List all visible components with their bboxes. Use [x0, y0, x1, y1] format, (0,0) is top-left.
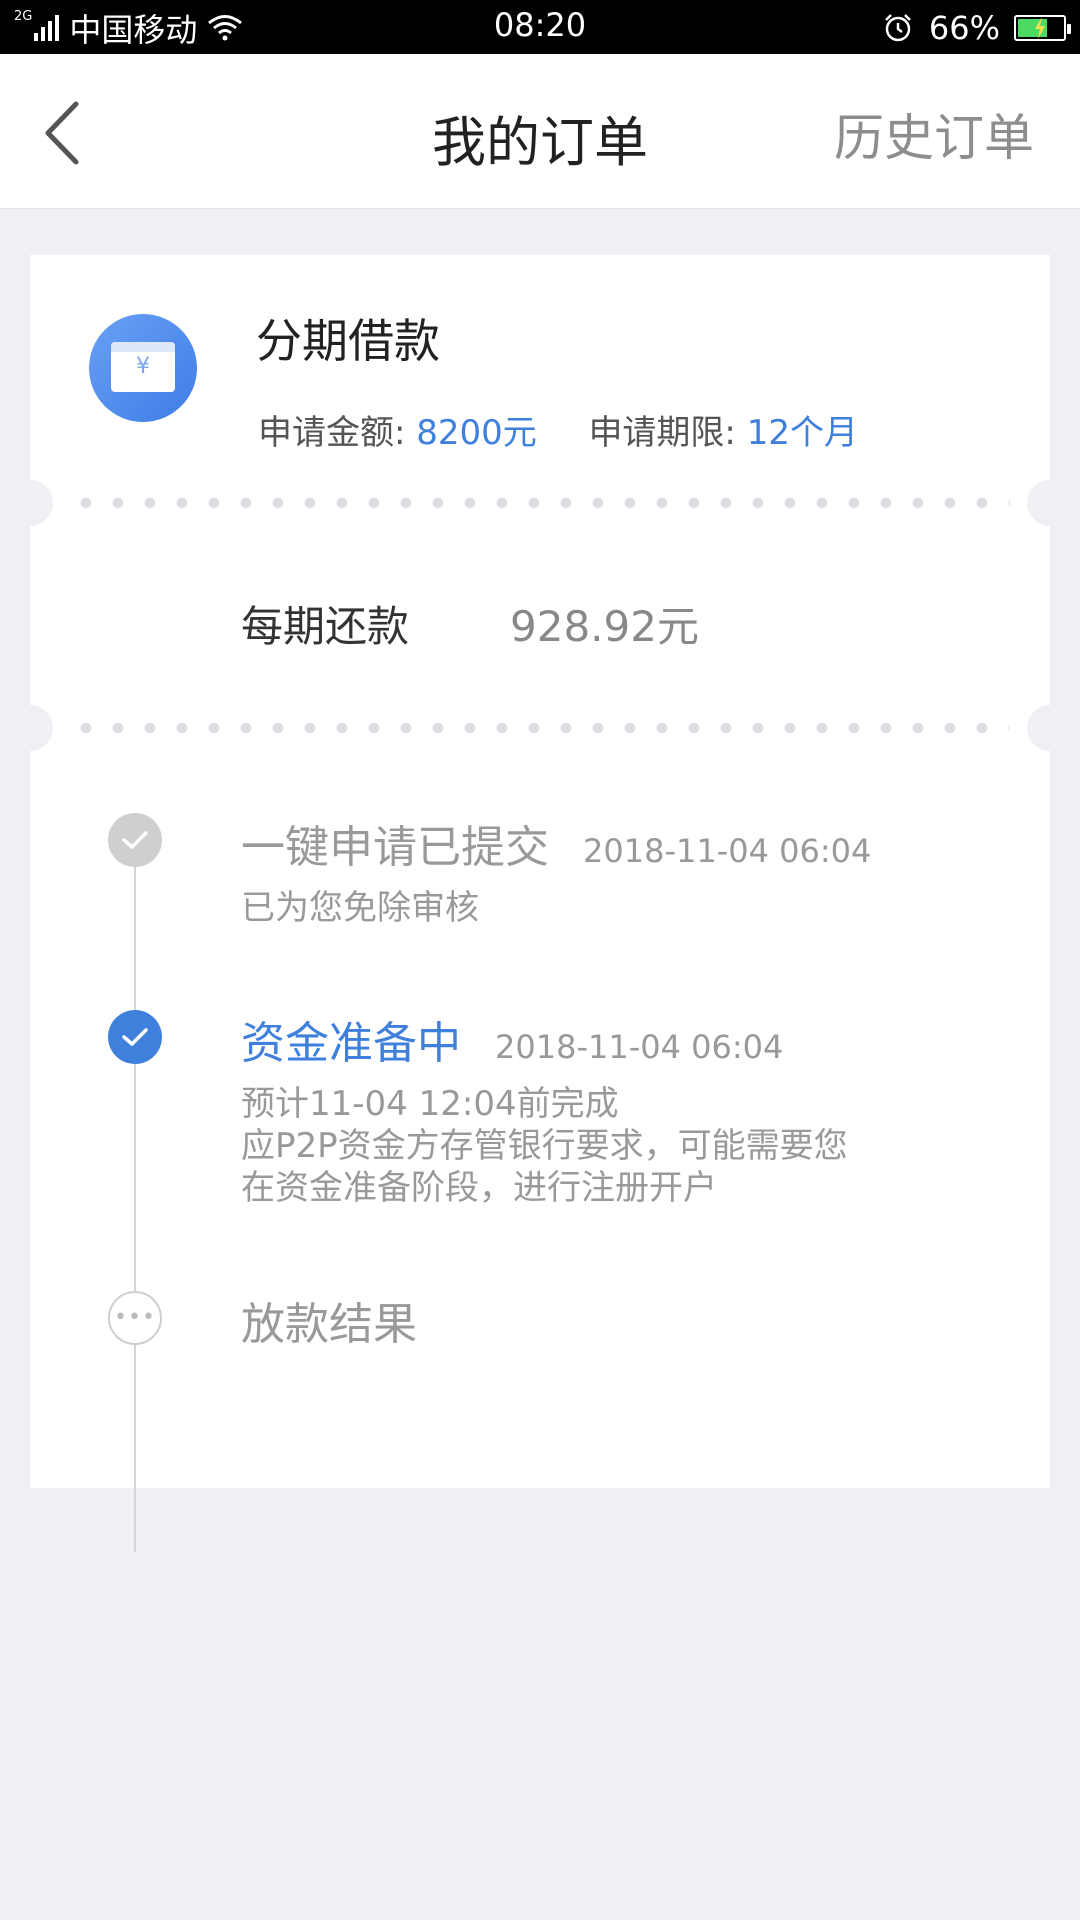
ellipsis-icon: •••	[108, 1291, 162, 1345]
step-title-text: 一键申请已提交	[241, 822, 549, 873]
perforation-divider	[7, 480, 1073, 526]
step-funding-desc: 预计11-04 12:04前完成 应P2P资金方存管银行要求，可能需要您 在资金…	[241, 1083, 848, 1209]
term-value: 12个月	[746, 413, 858, 453]
yen-symbol: ¥	[136, 354, 150, 379]
step-time: 2018-11-04 06:04	[495, 1028, 784, 1066]
amount-value: 8200元	[416, 413, 537, 453]
repay-value: 928.92元	[510, 602, 699, 651]
step-funding-title: 资金准备中 2018-11-04 06:04	[241, 1007, 783, 1071]
alarm-icon	[884, 14, 911, 42]
status-bar: 2G 中国移动 08:20 66%	[0, 0, 1080, 54]
battery-icon	[1014, 15, 1071, 41]
status-right: 66%	[883, 6, 1071, 50]
check-icon	[108, 1010, 162, 1064]
nav-bar: 我的订单 历史订单	[0, 54, 1080, 209]
envelope-shape: ¥	[111, 342, 175, 392]
step-desc-line: 在资金准备阶段，进行注册开户	[241, 1168, 717, 1208]
amount-label: 申请金额:	[258, 413, 406, 453]
envelope-flap	[111, 342, 175, 352]
step-submitted-desc: 已为您免除审核	[241, 887, 479, 929]
step-submitted-title: 一键申请已提交 2018-11-04 06:04	[241, 811, 871, 875]
perforation-divider	[7, 705, 1073, 751]
battery-percent: 66%	[928, 9, 1000, 47]
step-payout-title: 放款结果	[241, 1299, 417, 1350]
order-card: ¥ 分期借款 申请金额: 8200元 申请期限: 12个月 每期还款 928.9…	[7, 255, 1073, 1552]
step-title-text: 资金准备中	[241, 1018, 461, 1069]
check-icon	[108, 813, 162, 867]
step-desc-line: 应P2P资金方存管银行要求，可能需要您	[241, 1126, 848, 1166]
battery-cap	[1067, 24, 1071, 34]
wallet-yen-icon: ¥	[89, 314, 197, 422]
timeline-line	[134, 840, 136, 1552]
apply-info: 申请金额: 8200元 申请期限: 12个月	[258, 405, 858, 454]
step-desc-line: 预计11-04 12:04前完成	[241, 1084, 619, 1124]
repay-label: 每期还款	[241, 602, 410, 651]
product-title: 分期借款	[256, 314, 440, 368]
term-label: 申请期限:	[588, 413, 736, 453]
step-desc-line: 已为您免除审核	[241, 888, 479, 928]
history-orders-link[interactable]: 历史订单	[834, 98, 1034, 170]
charging-bolt-icon	[1035, 17, 1045, 39]
step-time: 2018-11-04 06:04	[583, 832, 872, 870]
